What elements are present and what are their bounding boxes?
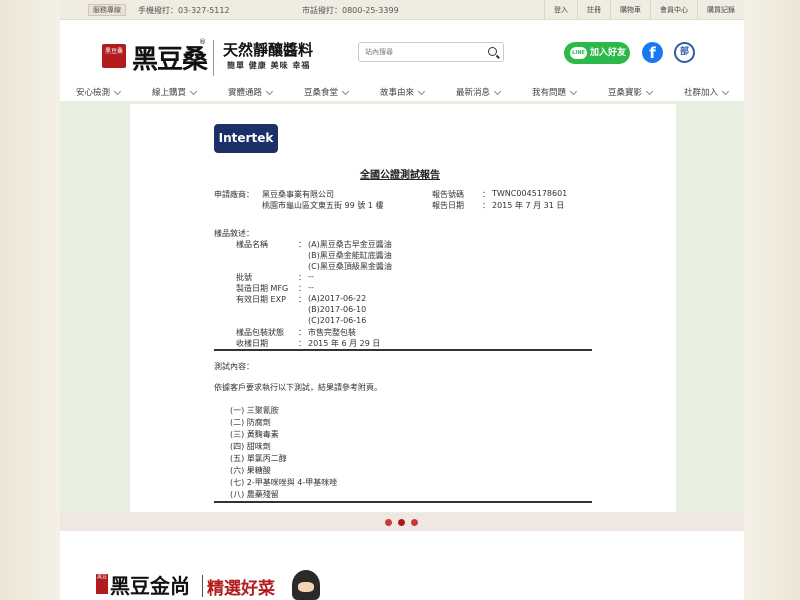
received-colon: ： xyxy=(298,339,306,348)
slider-dot-3[interactable] xyxy=(411,519,418,526)
package-label: 樣品包裝狀態 xyxy=(236,328,284,337)
test-item: (四) 甜味劑 xyxy=(230,442,271,451)
mfg-label: 製造日期 MFG xyxy=(236,284,289,293)
package-colon: ： xyxy=(298,328,306,337)
test-item: (五) 單氯丙二醇 xyxy=(230,454,287,463)
nav-item-retail-stores[interactable]: 實體通路 xyxy=(228,86,272,98)
logo-seal-icon[interactable]: 黑豆桑 xyxy=(102,44,126,68)
nav-item-news[interactable]: 最新消息 xyxy=(456,86,500,98)
nav-item-safety-test[interactable]: 安心檢測 xyxy=(76,86,120,98)
hotline-button[interactable]: 服務專線 xyxy=(88,4,126,16)
nav-item-kitchen[interactable]: 豆桑食堂 xyxy=(304,86,348,98)
line-button-label: 加入好友 xyxy=(590,48,627,58)
applicant-label: 申請廠商： xyxy=(214,190,254,199)
product-a: (A)黑豆桑古早金豆醬油 xyxy=(308,240,392,249)
product-b: (B)黑豆桑金能缸底醬油 xyxy=(308,251,392,260)
sample-description-label: 樣品敘述： xyxy=(214,229,254,238)
intertek-logo: Intertek xyxy=(214,124,278,153)
applicant-address: 桃園市龜山區文東五街 99 號 1 樓 xyxy=(262,201,384,210)
cart-link[interactable]: 購物車 xyxy=(610,0,650,20)
test-item: (七) 2-甲基咪唑與 4-甲基咪唑 xyxy=(230,478,338,487)
report-number-label: 報告號碼 xyxy=(432,190,464,199)
slogan-sub: 簡單 健康 美味 幸福 xyxy=(227,60,311,70)
search-input[interactable] xyxy=(365,44,485,60)
logo-divider xyxy=(213,40,214,76)
test-item: (三) 黃麴毒素 xyxy=(230,430,279,439)
mascot-icon xyxy=(292,570,320,600)
landline-phone-text: 市話撥打：0800-25-3399 xyxy=(302,6,399,15)
slider-pagination xyxy=(60,513,744,531)
product-c: (C)黑豆桑頂級黑金醬油 xyxy=(308,262,392,271)
mfg-value: -- xyxy=(308,283,314,292)
slogan: 天然靜釀醬料 xyxy=(223,41,314,59)
slider-dot-2[interactable] xyxy=(398,519,405,526)
test-item: (一) 三聚氰胺 xyxy=(230,406,279,415)
purchase-history-link[interactable]: 購買記錄 xyxy=(697,0,744,20)
report-title: 全國公證測試報告 xyxy=(360,170,440,181)
nav-item-faq[interactable]: 我有問題 xyxy=(532,86,576,98)
product-name-label: 樣品名稱 xyxy=(236,240,268,249)
footer-brand-name: 黑豆金尚 xyxy=(110,574,190,598)
facebook-icon[interactable]: f xyxy=(642,42,663,63)
test-note: 依據客戶要求執行以下測試，結果請參考附頁。 xyxy=(214,383,382,392)
register-link[interactable]: 註冊 xyxy=(577,0,610,20)
line-add-friend-button[interactable]: LINE 加入好友 xyxy=(564,42,630,64)
report-bottom-divider xyxy=(214,501,592,503)
right-background xyxy=(744,0,800,600)
footer-seal-icon: 黑豆 xyxy=(96,574,108,594)
login-link[interactable]: 登入 xyxy=(544,0,577,20)
main-nav: 安心檢測 線上購買 實體通路 豆桑食堂 故事由來 最新消息 我有問題 豆桑寶影 … xyxy=(60,82,744,101)
brand-logo[interactable]: 黑豆桑 xyxy=(132,39,208,76)
top-bar: 服務專線 手機撥打：03-327-5112 市話撥打：0800-25-3399 … xyxy=(60,0,744,20)
report-date-label: 報告日期 xyxy=(432,201,464,210)
report-number-colon: ： xyxy=(482,190,490,199)
footer-tagline: 精選好菜 xyxy=(207,579,275,599)
footer-divider xyxy=(202,575,203,597)
search-icon[interactable] xyxy=(488,47,497,56)
left-background xyxy=(0,0,60,600)
account-links: 登入 註冊 購物車 會員中心 購買記錄 xyxy=(544,0,744,20)
exp-a: (A)2017-06-22 xyxy=(308,294,367,303)
test-report-document: Intertek 全國公證測試報告 申請廠商： 黑豆桑事業有限公司 桃園市龜山區… xyxy=(130,104,676,512)
received-value: 2015 年 6 月 29 日 xyxy=(308,339,381,348)
blog-icon[interactable]: 部 xyxy=(674,42,695,63)
exp-b: (B)2017-06-10 xyxy=(308,305,367,314)
report-date-colon: ： xyxy=(482,201,490,210)
exp-colon: ： xyxy=(298,295,306,304)
report-divider xyxy=(214,349,592,351)
exp-label: 有效日期 EXP xyxy=(236,295,286,304)
test-item: (八) 農藥殘留 xyxy=(230,490,279,499)
batch-label: 批號 xyxy=(236,273,252,282)
nav-item-online-shop[interactable]: 線上購買 xyxy=(152,86,196,98)
mfg-colon: ： xyxy=(298,284,306,293)
test-item: (六) 果糖酸 xyxy=(230,466,271,475)
exp-c: (C)2017-06-16 xyxy=(308,316,367,325)
test-content-label: 測試內容： xyxy=(214,362,254,371)
report-date: 2015 年 7 月 31 日 xyxy=(492,201,565,210)
received-label: 收樣日期 xyxy=(236,339,268,348)
line-icon: LINE xyxy=(570,47,587,59)
nav-item-videos[interactable]: 豆桑寶影 xyxy=(608,86,652,98)
package-value: 市售完整包裝 xyxy=(308,328,356,337)
registered-mark: ® xyxy=(199,38,206,46)
batch-value: -- xyxy=(308,272,314,281)
applicant-name: 黑豆桑事業有限公司 xyxy=(262,190,334,199)
search-box xyxy=(358,42,504,62)
report-number: TWNC0045178601 xyxy=(492,189,568,198)
batch-colon: ： xyxy=(298,273,306,282)
member-center-link[interactable]: 會員中心 xyxy=(650,0,697,20)
nav-item-story[interactable]: 故事由來 xyxy=(380,86,424,98)
product-name-colon: ： xyxy=(298,240,306,249)
slider-dot-1[interactable] xyxy=(385,519,392,526)
nav-item-community[interactable]: 社群加入 xyxy=(684,86,728,98)
test-item: (二) 防腐劑 xyxy=(230,418,271,427)
mobile-phone-text: 手機撥打：03-327-5112 xyxy=(138,6,230,15)
